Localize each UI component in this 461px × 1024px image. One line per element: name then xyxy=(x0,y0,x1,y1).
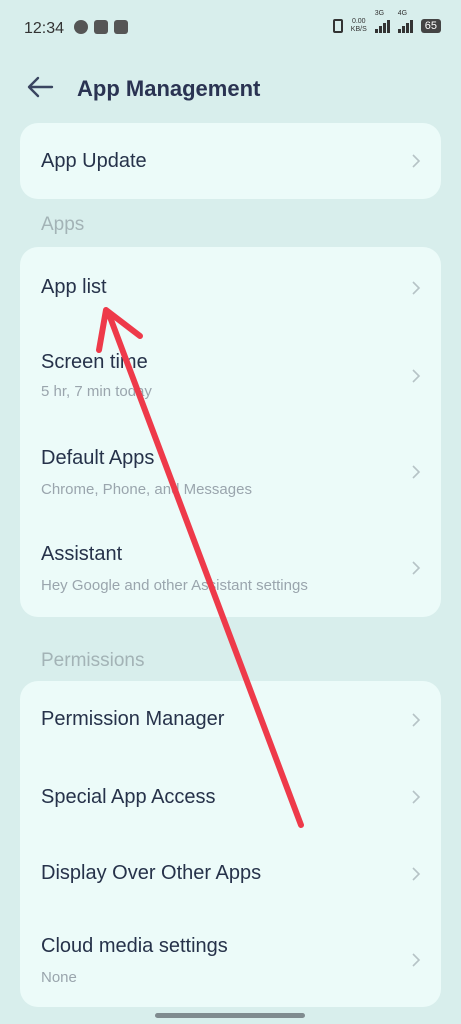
chevron-right-icon xyxy=(412,465,421,479)
app-update-item[interactable]: App Update xyxy=(20,123,441,199)
app-header: App Management xyxy=(0,62,461,114)
signal-4g-icon: 4G xyxy=(397,10,413,33)
battery-indicator: 65 xyxy=(420,19,441,33)
vibrate-icon xyxy=(332,19,343,33)
status-icons: 0.00 KB/S 3G 4G 65 xyxy=(332,10,441,34)
app-notification-icon xyxy=(114,20,128,34)
section-permissions: Permissions xyxy=(41,650,145,671)
chevron-right-icon xyxy=(412,790,421,804)
assistant-item[interactable]: Assistant Hey Google and other Assistant… xyxy=(20,521,441,617)
instagram-icon xyxy=(94,20,108,34)
chevron-right-icon xyxy=(412,369,421,383)
network-speed: 0.00 KB/S xyxy=(350,18,367,33)
status-time: 12:34 xyxy=(24,20,65,37)
special-app-access-item[interactable]: Special App Access xyxy=(20,759,441,835)
apps-card: App list Screen time 5 hr, 7 min today D… xyxy=(20,247,441,617)
chevron-right-icon xyxy=(412,561,421,575)
status-bar: 12:34 0.00 KB/S 3G 4G 65 xyxy=(0,0,461,60)
chevron-right-icon xyxy=(412,281,421,295)
home-indicator[interactable] xyxy=(155,1013,305,1018)
chevron-right-icon xyxy=(412,713,421,727)
app-update-card: App Update xyxy=(20,123,441,199)
display-over-other-apps-item[interactable]: Display Over Other Apps xyxy=(20,835,441,913)
default-apps-item[interactable]: Default Apps Chrome, Phone, and Messages xyxy=(20,425,441,521)
signal-3g-icon: 3G xyxy=(374,10,390,33)
back-button[interactable] xyxy=(24,72,58,102)
spotify-icon xyxy=(74,20,88,34)
permission-manager-item[interactable]: Permission Manager xyxy=(20,681,441,759)
chevron-right-icon xyxy=(412,154,421,168)
cloud-media-settings-item[interactable]: Cloud media settings None xyxy=(20,913,441,1007)
section-apps: Apps xyxy=(41,214,85,235)
notification-icons xyxy=(74,20,128,34)
back-arrow-icon xyxy=(27,76,54,98)
page-title: App Management xyxy=(77,76,261,101)
chevron-right-icon xyxy=(412,953,421,967)
permissions-card: Permission Manager Special App Access Di… xyxy=(20,681,441,1007)
app-list-item[interactable]: App list xyxy=(20,247,441,329)
screen-time-item[interactable]: Screen time 5 hr, 7 min today xyxy=(20,329,441,425)
chevron-right-icon xyxy=(412,867,421,881)
